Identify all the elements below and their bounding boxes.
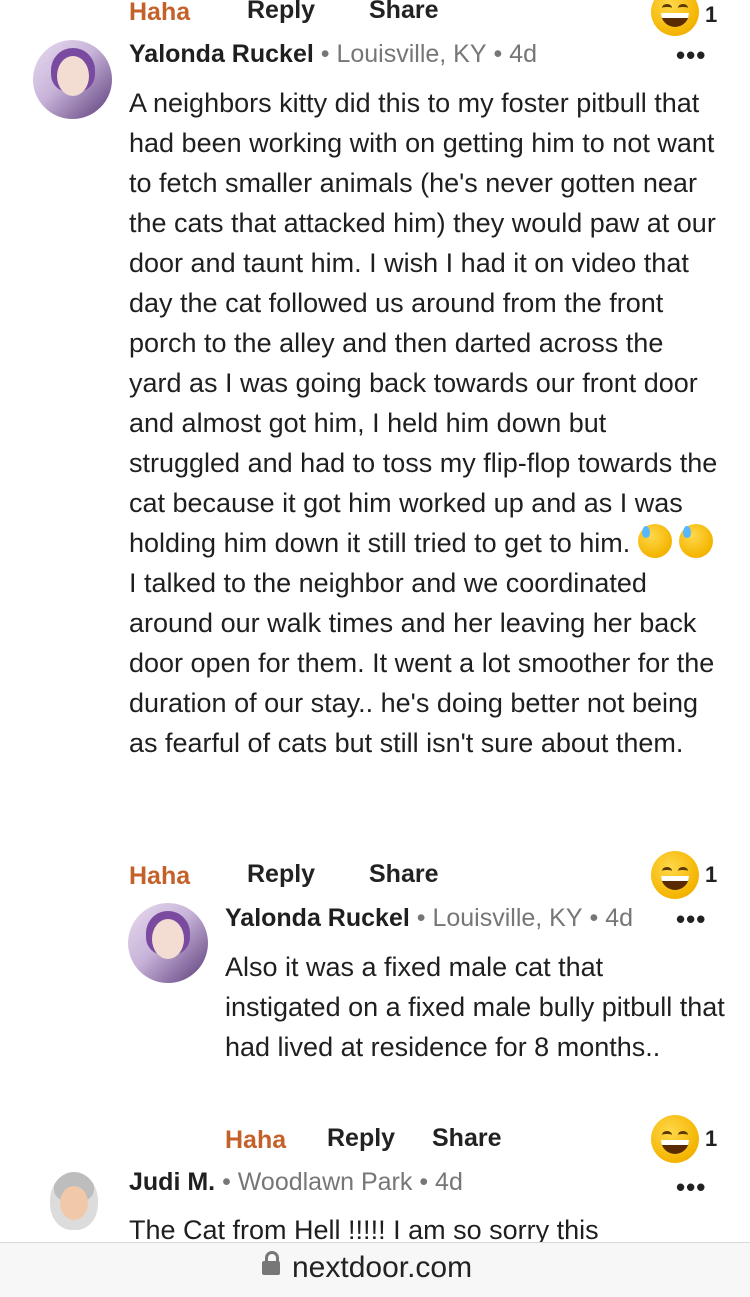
share-button[interactable]: Share [369,860,438,889]
more-options-icon[interactable]: ••• [676,40,706,71]
haha-button[interactable]: Haha [129,862,190,891]
address-bar[interactable]: nextdoor.com [0,1242,750,1297]
haha-button[interactable]: Haha [225,1126,286,1155]
laughing-emoji-icon[interactable] [651,851,699,899]
share-button[interactable]: Share [369,0,438,25]
author-name[interactable]: Yalonda Ruckel [225,904,410,932]
haha-button[interactable]: Haha [129,0,190,27]
author-location: Louisville, KY [432,904,583,932]
laughing-emoji-icon[interactable] [651,1115,699,1163]
comment-author-line: Judi M. • Woodlawn Park • 4d [129,1168,463,1196]
reply-author-line: Yalonda Ruckel • Louisville, KY • 4d [225,904,633,932]
avatar[interactable] [128,903,208,983]
comment-age: 4d [435,1168,463,1196]
avatar[interactable] [33,40,112,119]
reply-button[interactable]: Reply [327,1124,395,1153]
comment-age: 4d [509,40,537,68]
reply-button[interactable]: Reply [247,860,315,889]
reply-text: Also it was a fixed male cat that instig… [225,952,725,1062]
reaction-count: 1 [705,2,718,27]
sad-sweat-emoji-icon [679,524,714,558]
reaction-count: 1 [705,862,718,887]
author-name[interactable]: Yalonda Ruckel [129,40,314,68]
comment-age: 4d [605,904,633,932]
comment-text-part-1: A neighbors kitty did this to my foster … [129,88,718,558]
comment-author-line: Yalonda Ruckel • Louisville, KY • 4d [129,40,537,68]
comment-text-part-2: I talked to the neighbor and we coordina… [129,568,715,758]
comment-text: The Cat from Hell !!!!! I am so sorry th… [129,1215,599,1242]
author-location: Louisville, KY [336,40,487,68]
author-location: Woodlawn Park [237,1168,413,1196]
memoji-avatar[interactable] [50,1172,98,1230]
comment-text: A neighbors kitty did this to my foster … [129,83,719,763]
domain-label: nextdoor.com [292,1251,473,1284]
reaction-count: 1 [705,1126,718,1151]
share-button[interactable]: Share [432,1124,501,1153]
reply-button[interactable]: Reply [247,0,315,25]
more-options-icon[interactable]: ••• [676,904,706,935]
laughing-emoji-icon[interactable] [651,0,699,36]
sweat-emoji-icon [637,524,672,558]
more-options-icon[interactable]: ••• [676,1172,706,1203]
author-name[interactable]: Judi M. [129,1168,215,1196]
lock-icon [262,1251,280,1275]
